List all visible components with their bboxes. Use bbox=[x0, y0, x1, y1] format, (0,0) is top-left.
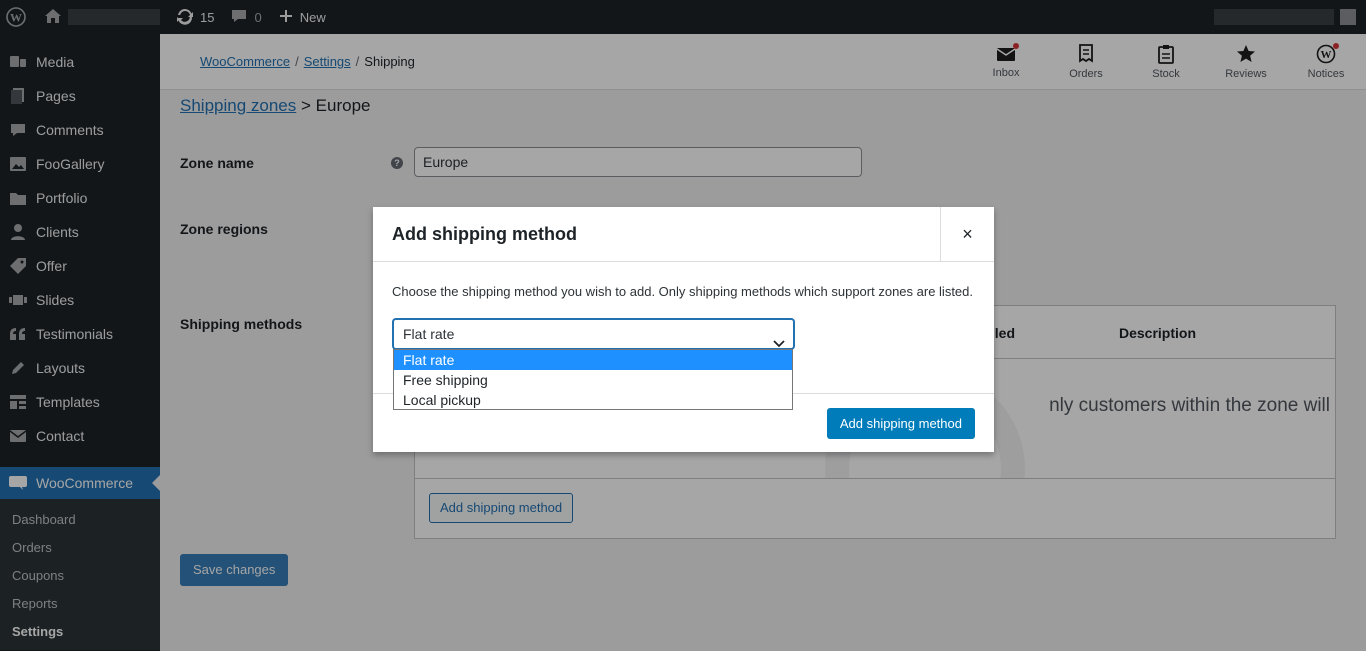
shipping-method-dropdown: Flat rate Free shipping Local pickup bbox=[393, 349, 793, 410]
close-icon[interactable]: × bbox=[940, 207, 994, 262]
shipping-method-select[interactable]: Flat rate bbox=[393, 319, 794, 349]
option-free-shipping[interactable]: Free shipping bbox=[394, 370, 792, 390]
add-shipping-method-submit[interactable]: Add shipping method bbox=[826, 408, 975, 439]
option-local-pickup[interactable]: Local pickup bbox=[394, 390, 792, 410]
option-flat-rate[interactable]: Flat rate bbox=[394, 350, 792, 370]
select-value: Flat rate bbox=[403, 326, 455, 342]
modal-header: Add shipping method × bbox=[373, 207, 994, 262]
modal-title: Add shipping method bbox=[392, 224, 577, 244]
modal-description: Choose the shipping method you wish to a… bbox=[392, 284, 974, 299]
add-shipping-method-modal: Add shipping method × Choose the shippin… bbox=[373, 207, 994, 452]
